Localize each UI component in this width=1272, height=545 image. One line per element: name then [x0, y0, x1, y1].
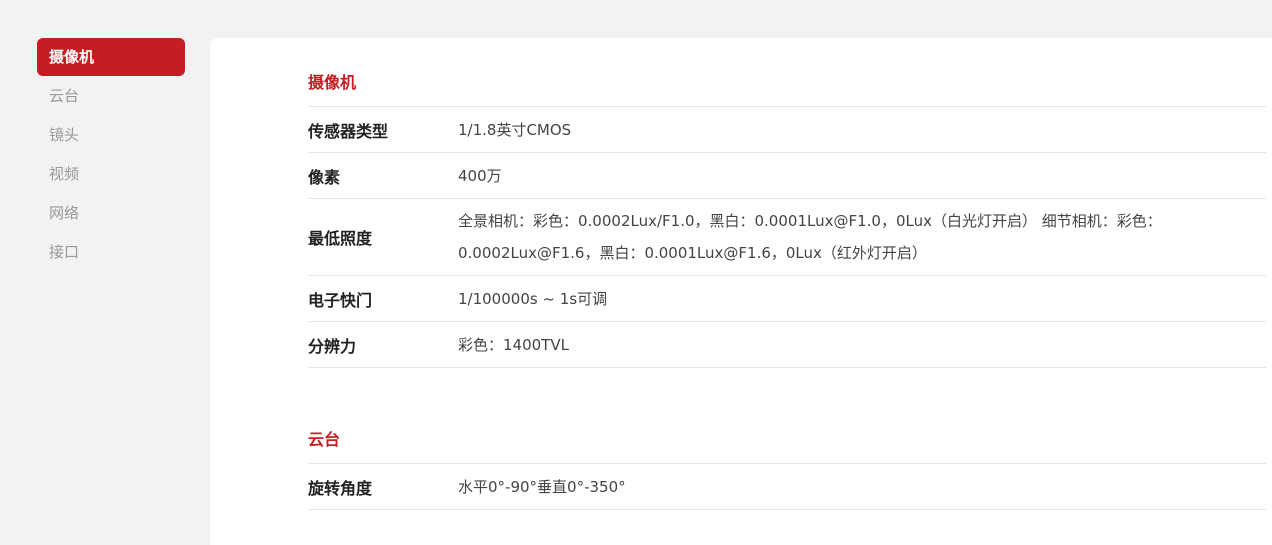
sidebar-item-ptz[interactable]: 云台	[37, 77, 185, 115]
spec-label: 旋转角度	[308, 478, 373, 498]
spec-value-line: 全景相机：彩色：0.0002Lux/F1.0，黑白：0.0001Lux@F1.0…	[458, 212, 1162, 230]
spec-row-min-illumination: 最低照度 全景相机：彩色：0.0002Lux/F1.0，黑白：0.0001Lux…	[308, 199, 1266, 276]
sidebar-item-video[interactable]: 视频	[37, 155, 185, 193]
spec-panel: 摄像机 传感器类型 1/1.8英寸CMOS 像素 400万 最低照度 全景相机：…	[210, 38, 1272, 545]
spec-value: 400万	[458, 166, 502, 185]
sidebar-item-lens[interactable]: 镜头	[37, 116, 185, 154]
spec-value: 1/100000s ~ 1s可调	[458, 289, 608, 308]
spec-label: 传感器类型	[308, 121, 389, 141]
section-title-camera: 摄像机	[308, 38, 1266, 107]
section-title-ptz: 云台	[308, 368, 1266, 464]
spec-value: 彩色：1400TVL	[458, 335, 569, 354]
spec-row-shutter: 电子快门 1/100000s ~ 1s可调	[308, 276, 1266, 322]
spec-row-pixels: 像素 400万	[308, 153, 1266, 199]
spec-row-sensor: 传感器类型 1/1.8英寸CMOS	[308, 107, 1266, 153]
spec-value: 水平0°-90°垂直0°-350°	[458, 477, 626, 496]
sidebar-item-network[interactable]: 网络	[37, 194, 185, 232]
spec-content: 摄像机 传感器类型 1/1.8英寸CMOS 像素 400万 最低照度 全景相机：…	[308, 38, 1266, 510]
spec-label: 最低照度	[308, 229, 373, 248]
sidebar-nav: 摄像机 云台 镜头 视频 网络 接口	[37, 38, 185, 272]
section-camera: 摄像机 传感器类型 1/1.8英寸CMOS 像素 400万 最低照度 全景相机：…	[308, 38, 1266, 368]
spec-label: 电子快门	[308, 290, 373, 310]
section-ptz: 云台 旋转角度 水平0°-90°垂直0°-350°	[308, 368, 1266, 510]
spec-value: 1/1.8英寸CMOS	[458, 120, 572, 139]
spec-row-rotation: 旋转角度 水平0°-90°垂直0°-350°	[308, 464, 1266, 510]
spec-value: 全景相机：彩色：0.0002Lux/F1.0，黑白：0.0001Lux@F1.0…	[458, 205, 1266, 269]
sidebar-item-interface[interactable]: 接口	[37, 233, 185, 271]
spec-value-line: 0.0002Lux@F1.6，黑白：0.0001Lux@F1.6，0Lux（红外…	[458, 244, 927, 262]
spec-label: 像素	[308, 167, 341, 187]
spec-label: 分辨力	[308, 336, 357, 356]
spec-row-resolution: 分辨力 彩色：1400TVL	[308, 322, 1266, 368]
sidebar-item-camera[interactable]: 摄像机	[37, 38, 185, 76]
